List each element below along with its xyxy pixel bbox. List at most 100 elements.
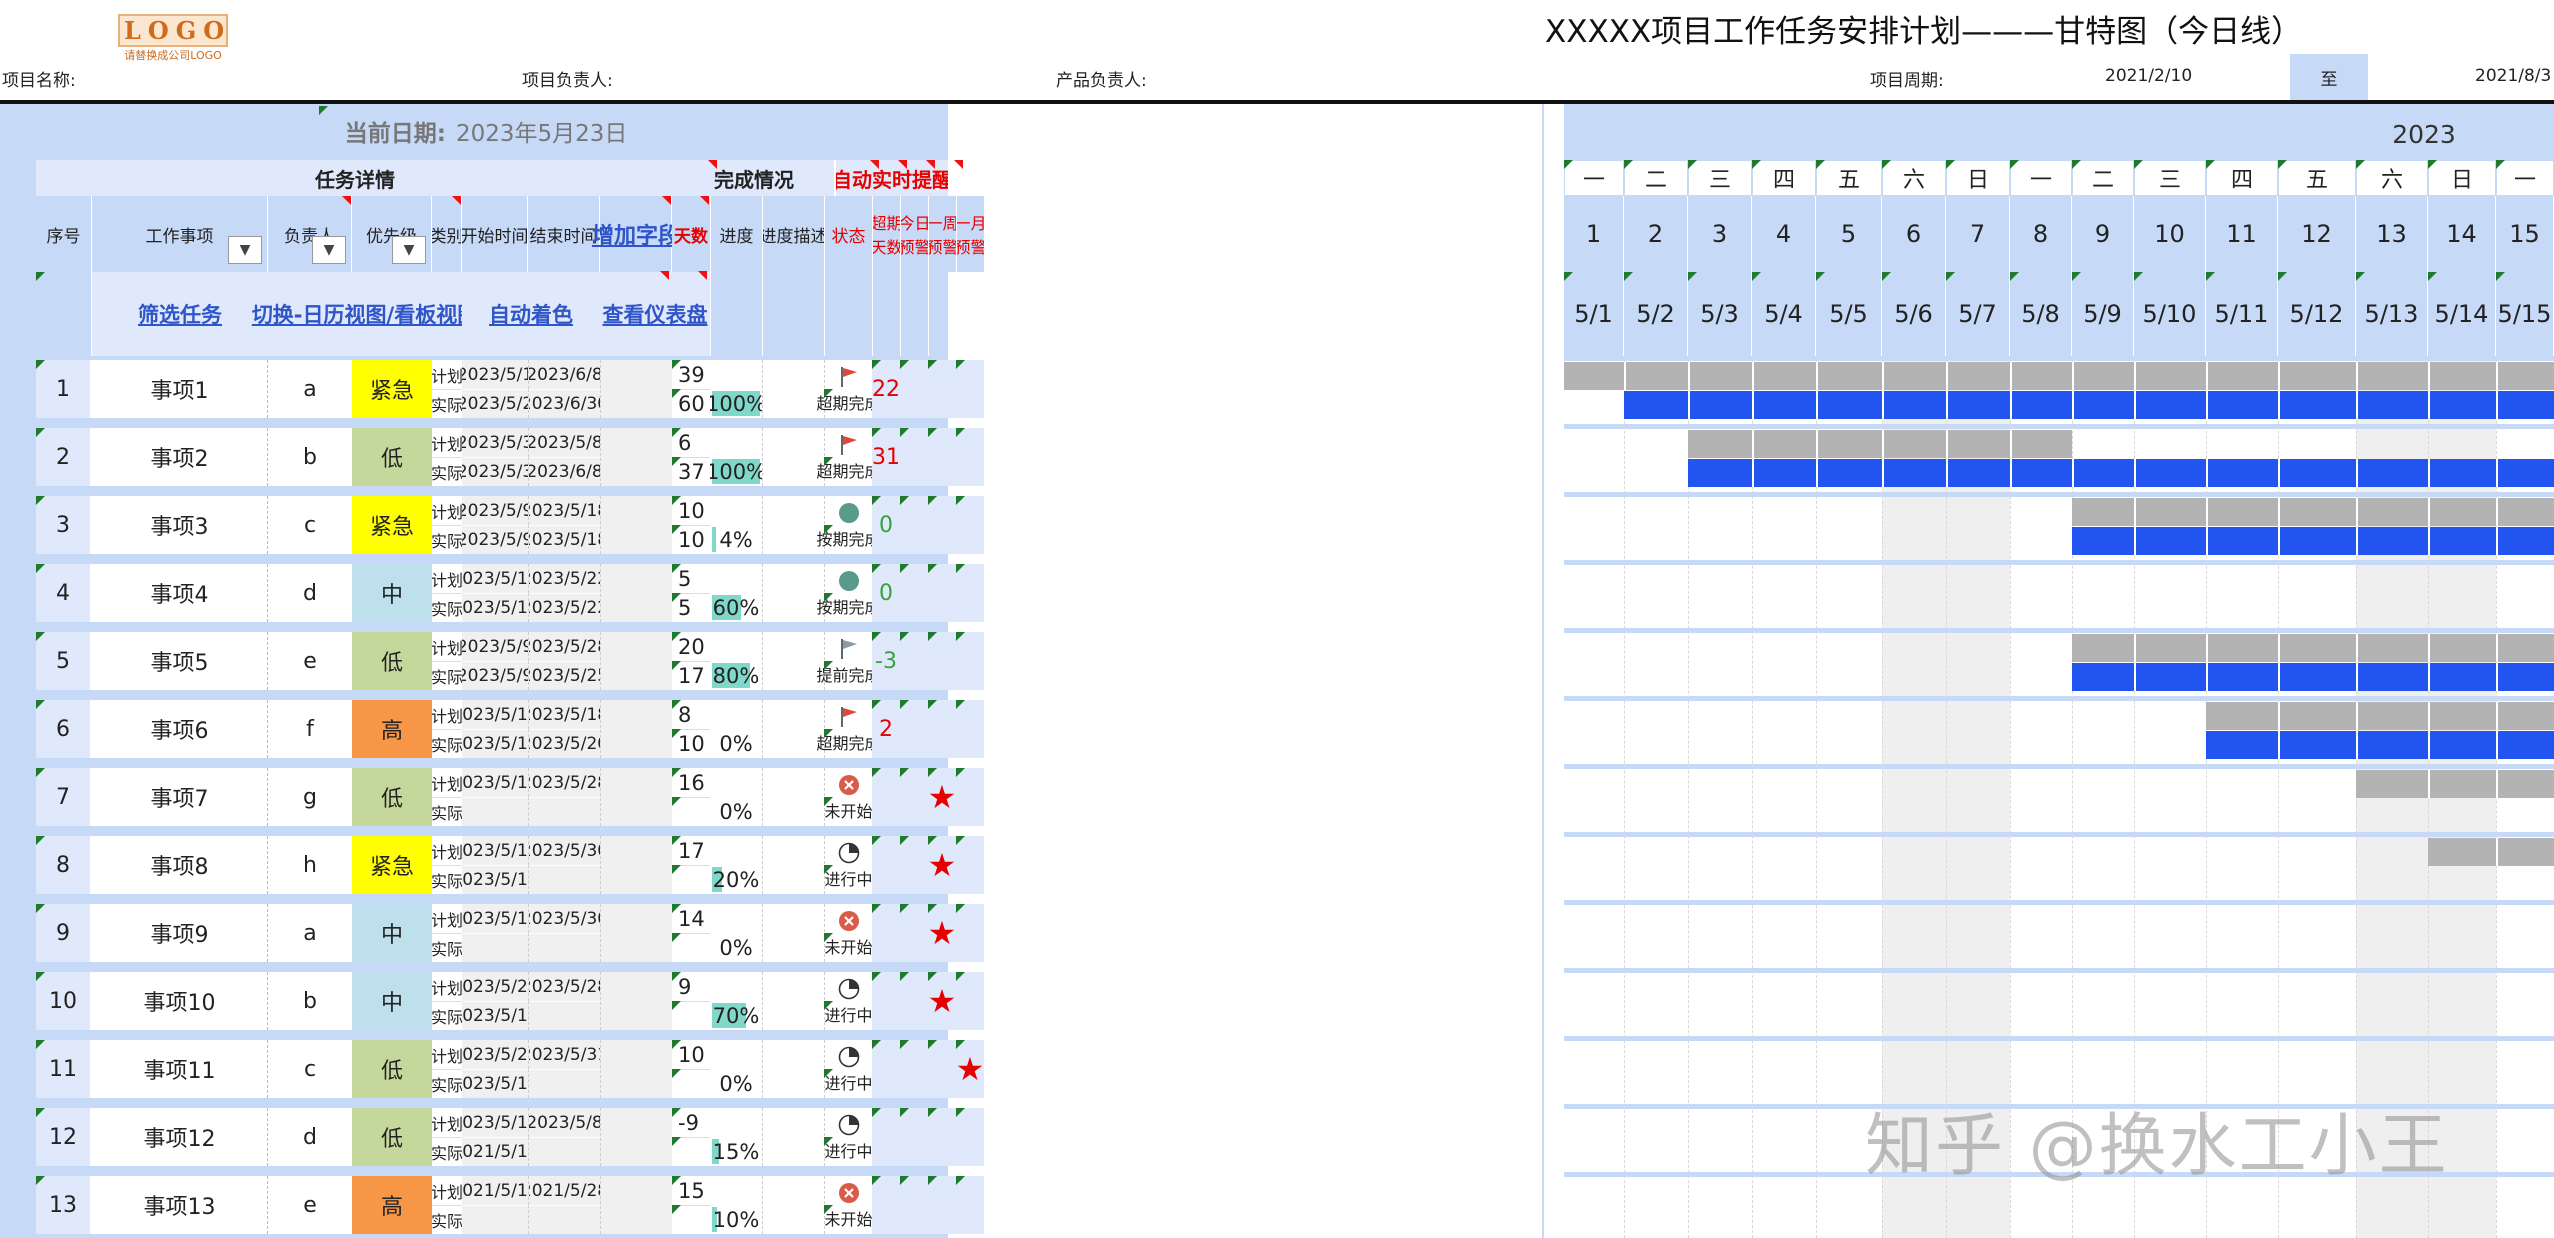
actual-start[interactable]: 2021/5/12 (462, 1137, 528, 1166)
actual-end[interactable] (528, 865, 600, 894)
owner-filter-dropdown[interactable]: ▼ (312, 236, 346, 264)
row-item[interactable]: 事项1 (92, 360, 268, 418)
filter-tasks-link[interactable]: 筛选任务 (92, 272, 268, 356)
actual-end[interactable] (528, 1001, 600, 1030)
plan-end[interactable]: 2023/5/31 (528, 1040, 600, 1069)
actual-end[interactable]: 2023/6/8 (528, 457, 600, 486)
progress-desc-cell[interactable] (762, 972, 824, 1030)
progress-desc-cell[interactable] (762, 700, 824, 758)
row-item[interactable]: 事项11 (92, 1040, 268, 1098)
actual-start[interactable]: 2023/5/3 (462, 457, 528, 486)
plan-start[interactable]: 2023/5/3 (462, 428, 528, 457)
priority-badge[interactable]: 低 (352, 1040, 432, 1098)
row-owner[interactable]: e (268, 1176, 352, 1234)
actual-start[interactable]: 2023/5/12 (462, 1069, 528, 1098)
priority-badge[interactable]: 紧急 (352, 496, 432, 554)
plan-start[interactable]: 2023/5/1 (462, 360, 528, 389)
plan-start[interactable]: 2023/5/20 (462, 972, 528, 1001)
progress-desc-cell[interactable] (762, 428, 824, 486)
plan-start[interactable]: 2023/5/17 (462, 904, 528, 933)
priority-filter-dropdown[interactable]: ▼ (392, 236, 426, 264)
plan-start[interactable]: 2023/5/9 (462, 496, 528, 525)
switch-view-link[interactable]: 切换-日历视图/看板视图 (252, 272, 478, 356)
row-owner[interactable]: d (268, 1108, 352, 1166)
actual-start[interactable] (462, 1205, 528, 1234)
row-owner[interactable]: e (268, 632, 352, 690)
row-owner[interactable]: h (268, 836, 352, 894)
plan-end[interactable]: 2023/5/30 (528, 904, 600, 933)
plan-start[interactable]: 2023/5/9 (462, 632, 528, 661)
row-owner[interactable]: d (268, 564, 352, 622)
actual-start[interactable]: 2023/5/9 (462, 525, 528, 554)
item-filter-dropdown[interactable]: ▼ (228, 236, 262, 264)
plan-start[interactable]: 2023/5/22 (462, 1040, 528, 1069)
plan-end[interactable]: 2023/5/18 (528, 700, 600, 729)
progress-desc-cell[interactable] (762, 1108, 824, 1166)
row-owner[interactable]: g (268, 768, 352, 826)
dashboard-link[interactable]: 查看仪表盘 (600, 272, 710, 356)
priority-badge[interactable]: 低 (352, 428, 432, 486)
plan-end[interactable]: 2023/5/30 (528, 836, 600, 865)
progress-desc-cell[interactable] (762, 904, 824, 962)
progress-desc-cell[interactable] (762, 1040, 824, 1098)
plan-end[interactable]: 2023/5/28 (528, 632, 600, 661)
progress-desc-cell[interactable] (762, 632, 824, 690)
priority-badge[interactable]: 低 (352, 768, 432, 826)
progress-desc-cell[interactable] (762, 836, 824, 894)
plan-start[interactable]: 2023/5/11 (462, 700, 528, 729)
actual-end[interactable] (528, 797, 600, 826)
actual-end[interactable] (528, 933, 600, 962)
row-item[interactable]: 事项3 (92, 496, 268, 554)
actual-start[interactable]: 2023/5/2 (462, 389, 528, 418)
progress-desc-cell[interactable] (762, 360, 824, 418)
priority-badge[interactable]: 中 (352, 564, 432, 622)
auto-color-link[interactable]: 自动着色 (462, 272, 600, 356)
progress-desc-cell[interactable] (762, 564, 824, 622)
row-owner[interactable]: a (268, 904, 352, 962)
row-item[interactable]: 事项5 (92, 632, 268, 690)
row-owner[interactable]: c (268, 1040, 352, 1098)
actual-end[interactable]: 2023/5/22 (528, 593, 600, 622)
row-owner[interactable]: f (268, 700, 352, 758)
actual-end[interactable] (528, 1069, 600, 1098)
progress-desc-cell[interactable] (762, 1176, 824, 1234)
plan-end[interactable]: 2023/5/28 (528, 972, 600, 1001)
period-end[interactable]: 2021/8/3 (2475, 66, 2551, 86)
priority-badge[interactable]: 低 (352, 1108, 432, 1166)
plan-end[interactable]: 2023/6/8 (528, 360, 600, 389)
row-item[interactable]: 事项6 (92, 700, 268, 758)
row-item[interactable]: 事项8 (92, 836, 268, 894)
priority-badge[interactable]: 低 (352, 632, 432, 690)
plan-end[interactable]: 2023/5/18 (528, 496, 600, 525)
progress-desc-cell[interactable] (762, 768, 824, 826)
plan-end[interactable]: 2023/5/22 (528, 564, 600, 593)
actual-start[interactable]: 2023/5/12 (462, 1001, 528, 1030)
row-item[interactable]: 事项10 (92, 972, 268, 1030)
plan-start[interactable]: 2023/5/14 (462, 836, 528, 865)
progress-desc-cell[interactable] (762, 496, 824, 554)
actual-start[interactable] (462, 797, 528, 826)
row-owner[interactable]: c (268, 496, 352, 554)
row-item[interactable]: 事项4 (92, 564, 268, 622)
plan-end[interactable]: 2021/5/28 (528, 1176, 600, 1205)
actual-start[interactable]: 2023/5/12 (462, 865, 528, 894)
actual-end[interactable]: 2023/6/30 (528, 389, 600, 418)
row-item[interactable]: 事项13 (92, 1176, 268, 1234)
row-item[interactable]: 事项2 (92, 428, 268, 486)
row-owner[interactable]: b (268, 428, 352, 486)
actual-start[interactable]: 2023/5/9 (462, 661, 528, 690)
plan-start[interactable]: 2021/5/14 (462, 1176, 528, 1205)
plan-start[interactable]: 2023/5/18 (462, 1108, 528, 1137)
priority-badge[interactable]: 紧急 (352, 360, 432, 418)
plan-start[interactable]: 2023/5/18 (462, 564, 528, 593)
priority-badge[interactable]: 中 (352, 904, 432, 962)
row-owner[interactable]: a (268, 360, 352, 418)
actual-end[interactable]: 2023/5/20 (528, 729, 600, 758)
plan-end[interactable]: 2023/5/28 (528, 768, 600, 797)
row-owner[interactable]: b (268, 972, 352, 1030)
current-date-value[interactable]: 2023年5月23日 (456, 116, 656, 146)
plan-end[interactable]: 2023/5/8 (528, 1108, 600, 1137)
actual-end[interactable]: 2023/5/25 (528, 661, 600, 690)
row-item[interactable]: 事项7 (92, 768, 268, 826)
row-item[interactable]: 事项12 (92, 1108, 268, 1166)
